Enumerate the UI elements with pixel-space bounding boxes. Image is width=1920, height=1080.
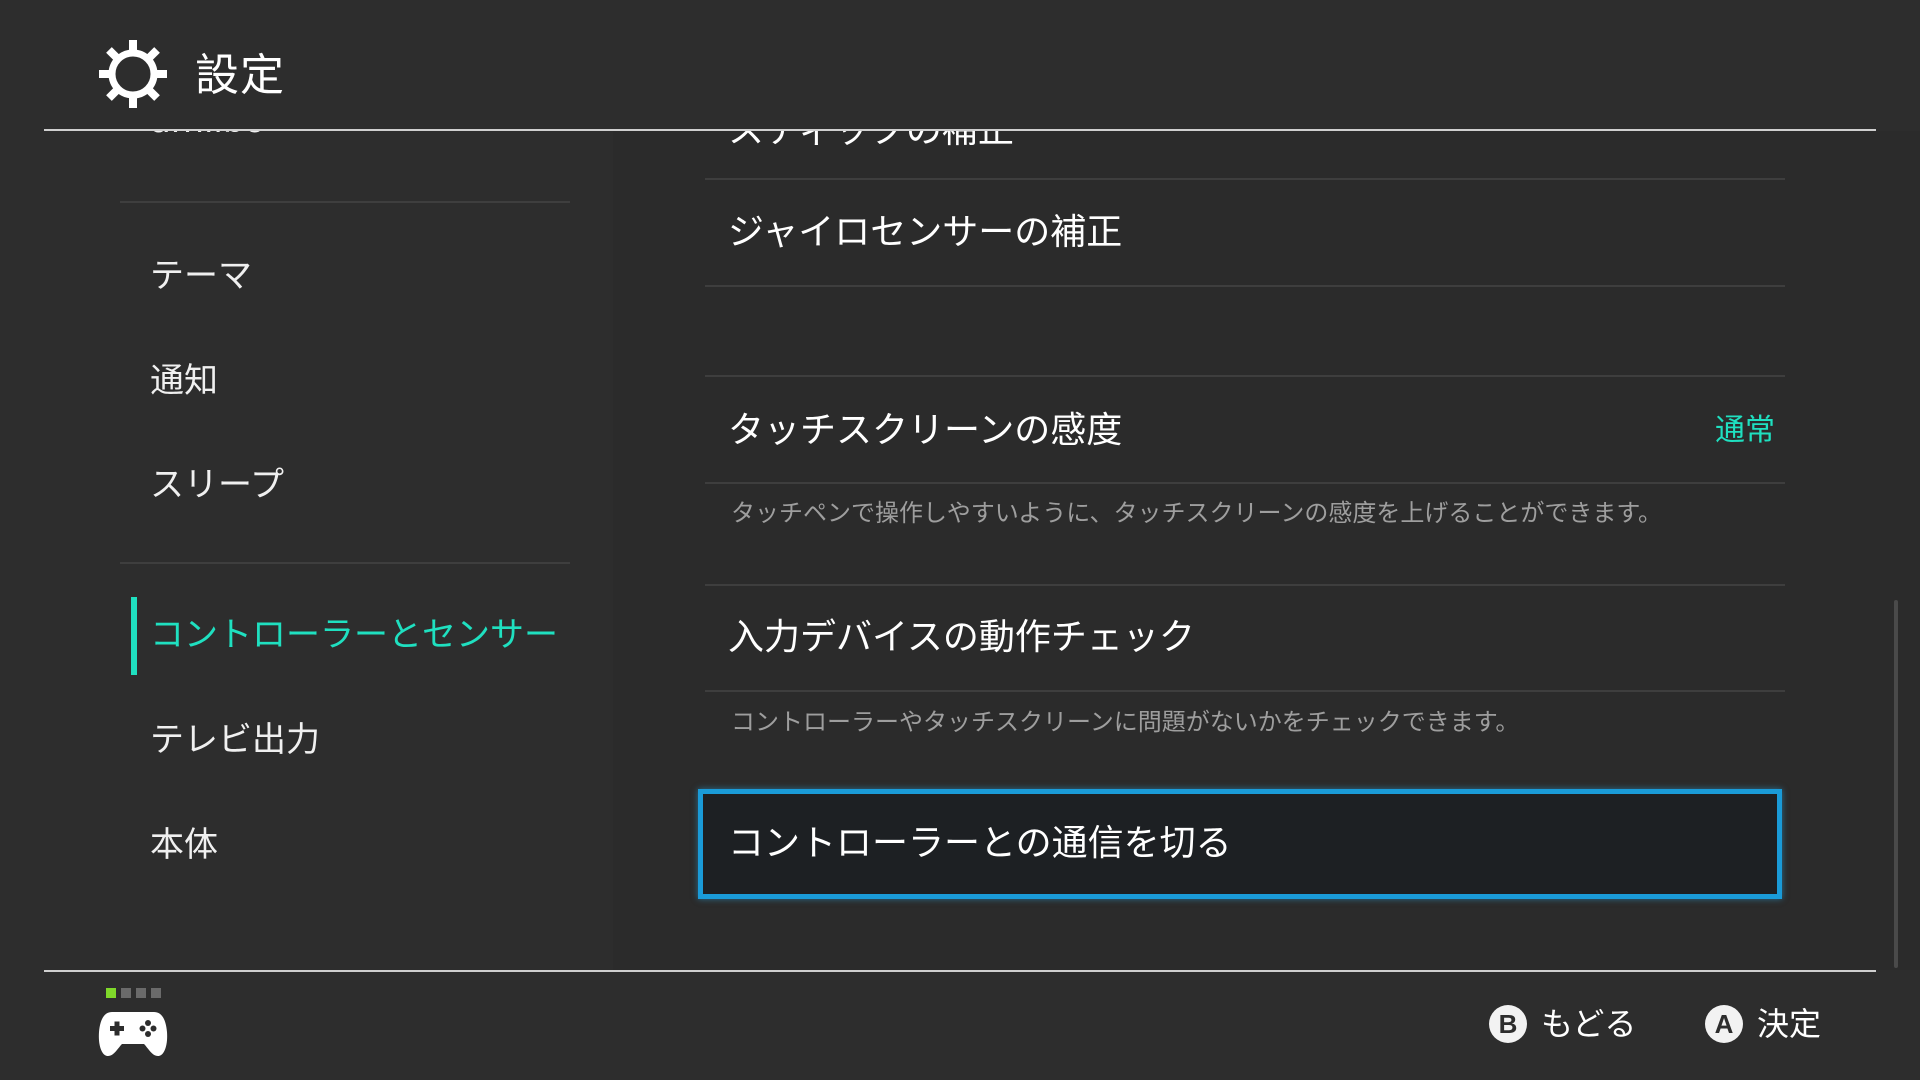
disconnect-controllers-label: コントローラーとの通信を切る [728, 823, 1232, 864]
scrollbar[interactable] [1894, 600, 1898, 968]
sidebar-item-notifications[interactable]: 通知 [150, 359, 218, 403]
player-led-off [136, 988, 146, 998]
touchscreen-sensitivity-description: タッチペンで操作しやすいように、タッチスクリーンの感度を上げることができます。 [731, 499, 1662, 527]
sidebar-item-tv-output[interactable]: テレビ出力 [150, 718, 320, 762]
header-divider [44, 129, 1876, 131]
row-divider [705, 690, 1785, 692]
sidebar-item-amiibo[interactable]: amiibo [150, 131, 265, 143]
confirm-hint[interactable]: A 決定 [1705, 1002, 1821, 1046]
page-title: 設定 [195, 50, 285, 101]
touchscreen-sensitivity-value: 通常 [1715, 413, 1775, 448]
header: 設定 [0, 0, 1920, 130]
player-led-on [106, 988, 116, 998]
a-button-icon: A [1705, 1005, 1743, 1043]
footer: B もどる A 決定 [0, 972, 1920, 1080]
player-led-off [151, 988, 161, 998]
player-indicator [106, 988, 166, 998]
sidebar-divider [120, 562, 570, 564]
sidebar-item-controllers-sensors[interactable]: コントローラーとセンサー [150, 613, 558, 657]
row-divider [705, 584, 1785, 586]
gyro-calibration-row[interactable]: ジャイロセンサーの補正 [728, 209, 1122, 257]
row-divider [705, 285, 1785, 287]
b-button-icon: B [1489, 1005, 1527, 1043]
touchscreen-sensitivity-row[interactable]: タッチスクリーンの感度 [728, 407, 1122, 455]
row-divider [705, 482, 1785, 484]
row-divider [705, 178, 1785, 180]
sidebar-item-theme[interactable]: テーマ [150, 254, 252, 298]
settings-content: スティックの補正 ジャイロセンサーの補正 タッチスクリーンの感度 通常 タッチペ… [613, 131, 1920, 970]
back-label: もどる [1541, 1005, 1637, 1043]
sidebar-item-system[interactable]: 本体 [150, 823, 218, 867]
input-device-check-row[interactable]: 入力デバイスの動作チェック [728, 614, 1195, 662]
sidebar: amiibo テーマ 通知 スリープ コントローラーとセンサー テレビ出力 本体 [0, 131, 613, 970]
gamepad-icon[interactable] [98, 1006, 168, 1058]
row-divider [705, 375, 1785, 377]
sidebar-item-sleep[interactable]: スリープ [150, 463, 284, 507]
selection-indicator [131, 597, 137, 675]
sidebar-divider [120, 201, 570, 203]
disconnect-controllers-row[interactable]: コントローラーとの通信を切る [698, 789, 1782, 899]
gear-icon [99, 40, 167, 108]
player-led-off [121, 988, 131, 998]
settings-screen: 設定 amiibo テーマ 通知 スリープ コントローラーとセンサー テレビ出力… [0, 0, 1920, 1080]
back-hint[interactable]: B もどる [1489, 1002, 1636, 1046]
stick-calibration-row[interactable]: スティックの補正 [728, 131, 1014, 155]
confirm-label: 決定 [1757, 1005, 1822, 1043]
input-device-check-description: コントローラーやタッチスクリーンに問題がないかをチェックできます。 [731, 708, 1520, 736]
